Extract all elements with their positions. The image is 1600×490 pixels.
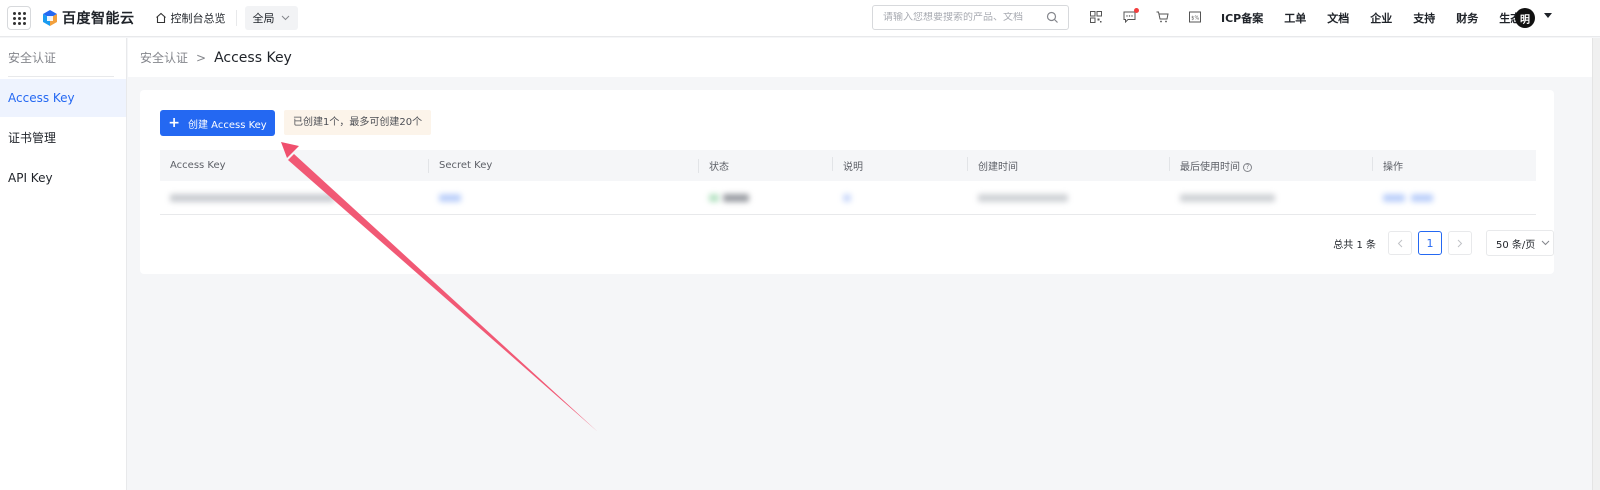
prev-page-button[interactable] [1388, 231, 1412, 255]
cart-icon[interactable] [1155, 10, 1169, 24]
pagination: 总共 1 条 1 50 条/页 [1333, 230, 1554, 256]
sidebar-title: 安全认证 [8, 51, 57, 65]
page-size-select[interactable]: 50 条/页 [1486, 230, 1554, 256]
search-input[interactable] [883, 12, 1043, 23]
topbar-icon-group: $% [1089, 8, 1221, 24]
column-header-description: 说明 [833, 157, 968, 173]
qrcode-icon[interactable] [1089, 10, 1103, 24]
column-header-created-time: 创建时间 [968, 157, 1170, 173]
page-size-value: 50 条/页 [1496, 239, 1536, 251]
next-page-button[interactable] [1448, 231, 1472, 255]
topbar-links: ICP备案 工单 文档 企业 支持 财务 生态 [1221, 10, 1542, 26]
region-selector[interactable]: 全局 [244, 6, 298, 30]
breadcrumb-parent[interactable]: 安全认证 [140, 49, 188, 66]
column-header-secret-key: Secret Key [429, 159, 699, 173]
console-overview-label: 控制台总览 [170, 12, 226, 25]
billing-icon[interactable]: $% [1188, 10, 1202, 24]
sidebar-item-api-key[interactable]: API Key [0, 159, 126, 197]
access-key-table: Access Key Secret Key 状态 说明 创建时间 最后使用时间?… [160, 150, 1536, 215]
search-icon[interactable] [1046, 11, 1059, 24]
redacted-created-time [978, 193, 1068, 202]
chevron-down-icon [1541, 240, 1550, 246]
page-number-button[interactable]: 1 [1418, 231, 1442, 255]
console-overview-link[interactable]: 控制台总览 [155, 10, 226, 26]
enterprise-link[interactable]: 企业 [1370, 10, 1392, 26]
actions-cell [1373, 181, 1536, 215]
grid-icon [12, 11, 26, 25]
global-search[interactable] [872, 5, 1069, 30]
brand-name: 百度智能云 [62, 11, 135, 27]
column-header-actions: 操作 [1383, 162, 1403, 173]
brand-logo[interactable]: 百度智能云 [42, 8, 135, 28]
last-used-time-cell [1170, 181, 1373, 215]
divider [8, 76, 114, 77]
cloud-logo-icon [43, 10, 57, 26]
page-scrollbar[interactable] [1592, 38, 1600, 490]
pagination-total: 总共 1 条 [1333, 239, 1376, 251]
status-dot [709, 193, 719, 202]
divider [235, 10, 237, 26]
sidebar-item-access-key[interactable]: Access Key [0, 79, 126, 117]
plus-icon: + [168, 115, 180, 131]
page-title: Access Key [214, 49, 292, 66]
message-icon[interactable] [1122, 8, 1139, 24]
column-header-access-key: Access Key [160, 159, 429, 173]
caret-down-icon[interactable] [1544, 13, 1552, 18]
redacted-show-link[interactable] [439, 193, 461, 202]
breadcrumb-separator: > [196, 50, 207, 65]
sidebar: 安全认证 Access Key 证书管理 API Key [0, 38, 127, 490]
created-time-cell [968, 181, 1170, 215]
help-icon[interactable]: ? [1243, 162, 1252, 172]
create-access-key-button[interactable]: + 创建 Access Key [160, 110, 275, 136]
redacted-edit-link[interactable] [843, 193, 851, 202]
description-cell [833, 181, 968, 215]
finance-link[interactable]: 财务 [1456, 10, 1478, 26]
last-used-time-label: 最后使用时间 [1180, 162, 1240, 173]
column-header-last-used-time: 最后使用时间? [1170, 157, 1373, 173]
chevron-right-icon [1457, 239, 1463, 247]
status-cell [699, 181, 833, 215]
notification-dot [1134, 8, 1139, 13]
docs-link[interactable]: 文档 [1327, 10, 1349, 26]
ticket-link[interactable]: 工单 [1284, 10, 1306, 26]
icp-filing-link[interactable]: ICP备案 [1221, 10, 1263, 26]
avatar[interactable]: 明 [1515, 8, 1535, 28]
redacted-last-used-time [1180, 193, 1275, 202]
support-link[interactable]: 支持 [1413, 10, 1435, 26]
apps-menu-button[interactable] [7, 6, 31, 30]
quota-note: 已创建1个，最多可创建20个 [284, 110, 432, 135]
create-access-key-label: 创建 Access Key [188, 119, 267, 131]
home-icon [155, 12, 166, 24]
table-row [160, 181, 1536, 215]
secret-key-cell [429, 181, 699, 215]
redacted-action-link[interactable] [1411, 193, 1433, 202]
redacted-action-link[interactable] [1383, 193, 1405, 202]
redacted-access-key [170, 193, 335, 202]
sidebar-item-certificate-management[interactable]: 证书管理 [0, 119, 126, 157]
chevron-down-icon [281, 15, 289, 21]
svg-text:$%: $% [1191, 15, 1199, 21]
table-header: Access Key Secret Key 状态 说明 创建时间 最后使用时间?… [160, 150, 1536, 181]
access-key-card: + 创建 Access Key 已创建1个，最多可创建20个 Access Ke… [140, 90, 1554, 274]
region-label: 全局 [252, 12, 275, 25]
redacted-status-text [723, 193, 749, 202]
access-key-cell [160, 181, 429, 215]
breadcrumb: 安全认证 > Access Key [128, 38, 1600, 77]
chevron-left-icon [1397, 239, 1403, 247]
column-header-status: 状态 [699, 157, 833, 173]
